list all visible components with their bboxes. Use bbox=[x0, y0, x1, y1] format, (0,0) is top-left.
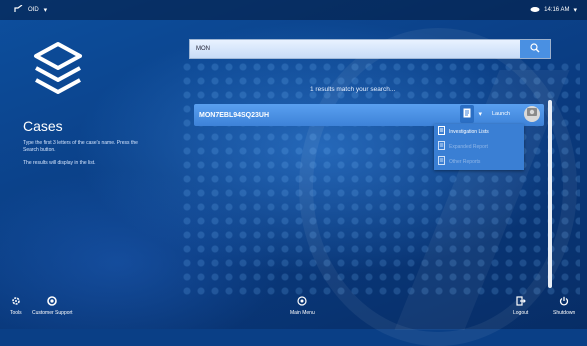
gear-icon bbox=[11, 296, 21, 306]
search-bar: MON bbox=[189, 39, 551, 59]
chevron-down-icon[interactable]: ▾ bbox=[478, 110, 482, 118]
document-icon bbox=[438, 156, 445, 167]
menu-item-expanded-report[interactable]: Expanded Report bbox=[434, 139, 524, 154]
main-menu-button[interactable]: Main Menu bbox=[290, 296, 315, 316]
bottom-bar: Tools Customer Support Main Menu Logout … bbox=[0, 296, 587, 329]
case-id: MON7EBL94SQ23UH bbox=[199, 111, 270, 119]
document-icon bbox=[438, 126, 445, 137]
menu-item-investigation-lists[interactable]: Investigation Lists bbox=[434, 124, 524, 139]
shutdown-button[interactable]: Shutdown bbox=[553, 296, 575, 316]
document-icon bbox=[438, 141, 445, 152]
power-icon bbox=[559, 296, 569, 306]
menu-item-label: Other Reports bbox=[449, 158, 481, 165]
tools-label: Tools bbox=[10, 310, 22, 316]
cases-stack-icon bbox=[30, 40, 86, 96]
shutdown-label: Shutdown bbox=[553, 310, 576, 316]
cloud-icon bbox=[530, 6, 540, 14]
tools-button[interactable]: Tools bbox=[10, 296, 22, 316]
avatar[interactable] bbox=[524, 106, 540, 122]
status-bar: OID ▾ 14:16 AM ▾ bbox=[0, 0, 587, 20]
menu-item-label: Expanded Report bbox=[449, 143, 488, 150]
status-dropdown-icon[interactable]: ▾ bbox=[44, 7, 48, 14]
menu-item-other-reports[interactable]: Other Reports bbox=[434, 154, 524, 169]
vehicle-icon bbox=[526, 105, 538, 123]
scrollbar[interactable] bbox=[548, 100, 552, 288]
logout-button[interactable]: Logout bbox=[513, 296, 528, 316]
network-icon bbox=[14, 4, 23, 15]
search-input[interactable]: MON bbox=[190, 40, 520, 58]
instructions-note: The results will display in the list. bbox=[23, 160, 96, 166]
support-icon bbox=[47, 296, 58, 306]
document-icon bbox=[463, 105, 471, 123]
report-menu: Investigation Lists Expanded Report Othe… bbox=[434, 124, 524, 170]
customer-support-label: Customer Support bbox=[32, 310, 73, 316]
report-button[interactable] bbox=[460, 105, 475, 123]
launch-button[interactable]: Launch bbox=[492, 111, 510, 117]
logout-label: Logout bbox=[513, 310, 529, 316]
launch-group: ▾ Launch bbox=[460, 105, 540, 123]
main-menu-label: Main Menu bbox=[290, 310, 315, 316]
instructions-text: Type the first 3 letters of the case's n… bbox=[23, 140, 138, 153]
instructions: Type the first 3 letters of the case's n… bbox=[23, 140, 153, 173]
search-icon bbox=[530, 40, 540, 58]
search-button[interactable] bbox=[520, 40, 550, 58]
status-time: 14:16 AM bbox=[544, 7, 570, 13]
home-icon bbox=[297, 296, 307, 306]
status-left-text: OID bbox=[28, 7, 39, 13]
wifi-icon: ▾ bbox=[573, 6, 577, 14]
customer-support-button[interactable]: Customer Support bbox=[32, 296, 73, 316]
results-count: 1 results match your search... bbox=[310, 86, 396, 93]
page-title: Cases bbox=[23, 118, 63, 134]
result-row[interactable]: MON7EBL94SQ23UH ▾ Launch bbox=[194, 104, 544, 126]
logout-icon bbox=[516, 296, 526, 306]
menu-item-label: Investigation Lists bbox=[449, 128, 489, 135]
